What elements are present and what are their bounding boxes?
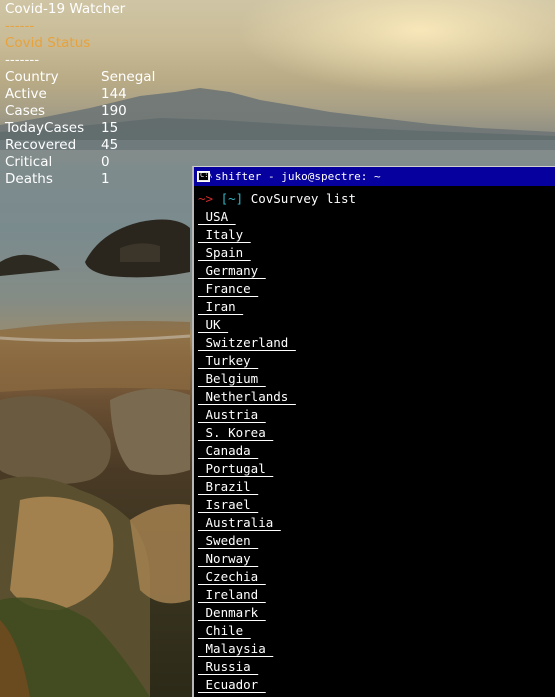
list-item: Iran bbox=[198, 298, 555, 316]
window-title: shifter - juko@spectre: ~ bbox=[215, 170, 381, 183]
country-link[interactable]: Australia bbox=[198, 515, 281, 530]
list-item: Canada bbox=[198, 442, 555, 460]
country-link[interactable]: Ireland bbox=[198, 587, 266, 602]
country-link[interactable]: Belgium bbox=[198, 371, 266, 386]
country-link[interactable]: Netherlands bbox=[198, 389, 296, 404]
stat-label: Cases bbox=[5, 103, 46, 119]
list-item: Italy bbox=[198, 226, 555, 244]
prompt-directory: [~] bbox=[220, 191, 244, 206]
stat-label: Country bbox=[5, 69, 59, 85]
country-link[interactable]: Israel bbox=[198, 497, 258, 512]
list-item: S. Korea bbox=[198, 424, 555, 442]
list-item: Switzerland bbox=[198, 334, 555, 352]
country-link[interactable]: Portugal bbox=[198, 461, 273, 476]
list-item: France bbox=[198, 280, 555, 298]
country-link[interactable]: Denmark bbox=[198, 605, 266, 620]
list-item: UK bbox=[198, 316, 555, 334]
terminal-window[interactable]: C:\ shifter - juko@spectre: ~ ~> [~] Cov… bbox=[192, 166, 555, 697]
country-link[interactable]: Brazil bbox=[198, 479, 258, 494]
country-link[interactable]: Switzerland bbox=[198, 335, 296, 350]
list-item: Spain bbox=[198, 244, 555, 262]
list-item: Norway bbox=[198, 550, 555, 568]
stat-row: Recovered 45 bbox=[5, 137, 155, 154]
country-link[interactable]: Canada bbox=[198, 443, 258, 458]
stat-value: 1 bbox=[101, 171, 110, 187]
terminal-titlebar[interactable]: C:\ shifter - juko@spectre: ~ bbox=[194, 167, 555, 186]
command-prompt-line: ~> [~] CovSurvey list bbox=[198, 190, 555, 208]
stat-value: Senegal bbox=[101, 69, 156, 85]
list-item: Czechia bbox=[198, 568, 555, 586]
divider-line: ------ bbox=[5, 18, 35, 34]
list-item: Austria bbox=[198, 406, 555, 424]
country-link[interactable]: Russia bbox=[198, 659, 258, 674]
list-item: Chile bbox=[198, 622, 555, 640]
country-link[interactable]: Germany bbox=[198, 263, 266, 278]
terminal-output[interactable]: ~> [~] CovSurvey list USA Italy Spain Ge… bbox=[194, 186, 555, 694]
command-text: CovSurvey list bbox=[250, 191, 357, 206]
stat-row: Cases 190 bbox=[5, 103, 155, 120]
prompt-arrow: ~> bbox=[198, 191, 214, 206]
country-link[interactable]: Chile bbox=[198, 623, 251, 638]
stat-row: Active 144 bbox=[5, 86, 155, 103]
stat-row: Critical 0 bbox=[5, 154, 155, 171]
country-link[interactable]: Norway bbox=[198, 551, 258, 566]
list-item: Ecuador bbox=[198, 676, 555, 694]
country-link[interactable]: Ecuador bbox=[198, 677, 266, 692]
stat-label: Recovered bbox=[5, 137, 77, 153]
widget-title: Covid-19 Watcher bbox=[5, 1, 126, 17]
section-heading: Covid Status bbox=[5, 35, 91, 51]
stat-row: Deaths 1 bbox=[5, 171, 155, 188]
list-item: Israel bbox=[198, 496, 555, 514]
country-link[interactable]: Austria bbox=[198, 407, 266, 422]
list-item: Ireland bbox=[198, 586, 555, 604]
country-link[interactable]: Italy bbox=[198, 227, 251, 242]
list-item: Belgium bbox=[198, 370, 555, 388]
country-link[interactable]: Spain bbox=[198, 245, 251, 260]
list-item: Portugal bbox=[198, 460, 555, 478]
divider-line: ------- bbox=[5, 52, 40, 68]
stat-value: 144 bbox=[101, 86, 127, 102]
stat-value: 0 bbox=[101, 154, 110, 170]
stat-label: TodayCases bbox=[5, 120, 85, 136]
list-item: Netherlands bbox=[198, 388, 555, 406]
list-item: Germany bbox=[198, 262, 555, 280]
terminal-app-icon[interactable]: C:\ bbox=[197, 171, 213, 182]
stat-value: 15 bbox=[101, 120, 119, 136]
covid-conky-widget: Covid-19 Watcher ------ Covid Status ---… bbox=[5, 1, 155, 188]
stat-value: 45 bbox=[101, 137, 119, 153]
stat-label: Deaths bbox=[5, 171, 53, 187]
stat-row: TodayCases 15 bbox=[5, 120, 155, 137]
stat-value: 190 bbox=[101, 103, 127, 119]
list-item: Denmark bbox=[198, 604, 555, 622]
stat-label: Critical bbox=[5, 154, 53, 170]
country-link[interactable]: UK bbox=[198, 317, 228, 332]
list-item: Turkey bbox=[198, 352, 555, 370]
country-link[interactable]: Iran bbox=[198, 299, 243, 314]
country-list: USA Italy Spain Germany France Iran UK S… bbox=[198, 208, 555, 694]
country-link[interactable]: USA bbox=[198, 209, 236, 224]
list-item: Australia bbox=[198, 514, 555, 532]
country-link[interactable]: S. Korea bbox=[198, 425, 273, 440]
country-link[interactable]: Malaysia bbox=[198, 641, 273, 656]
country-link[interactable]: France bbox=[198, 281, 258, 296]
country-link[interactable]: Czechia bbox=[198, 569, 266, 584]
list-item: Sweden bbox=[198, 532, 555, 550]
list-item: Russia bbox=[198, 658, 555, 676]
country-link[interactable]: Turkey bbox=[198, 353, 258, 368]
list-item: Malaysia bbox=[198, 640, 555, 658]
list-item: USA bbox=[198, 208, 555, 226]
country-link[interactable]: Sweden bbox=[198, 533, 258, 548]
stat-label: Active bbox=[5, 86, 47, 102]
stat-row: Country Senegal bbox=[5, 69, 155, 86]
list-item: Brazil bbox=[198, 478, 555, 496]
